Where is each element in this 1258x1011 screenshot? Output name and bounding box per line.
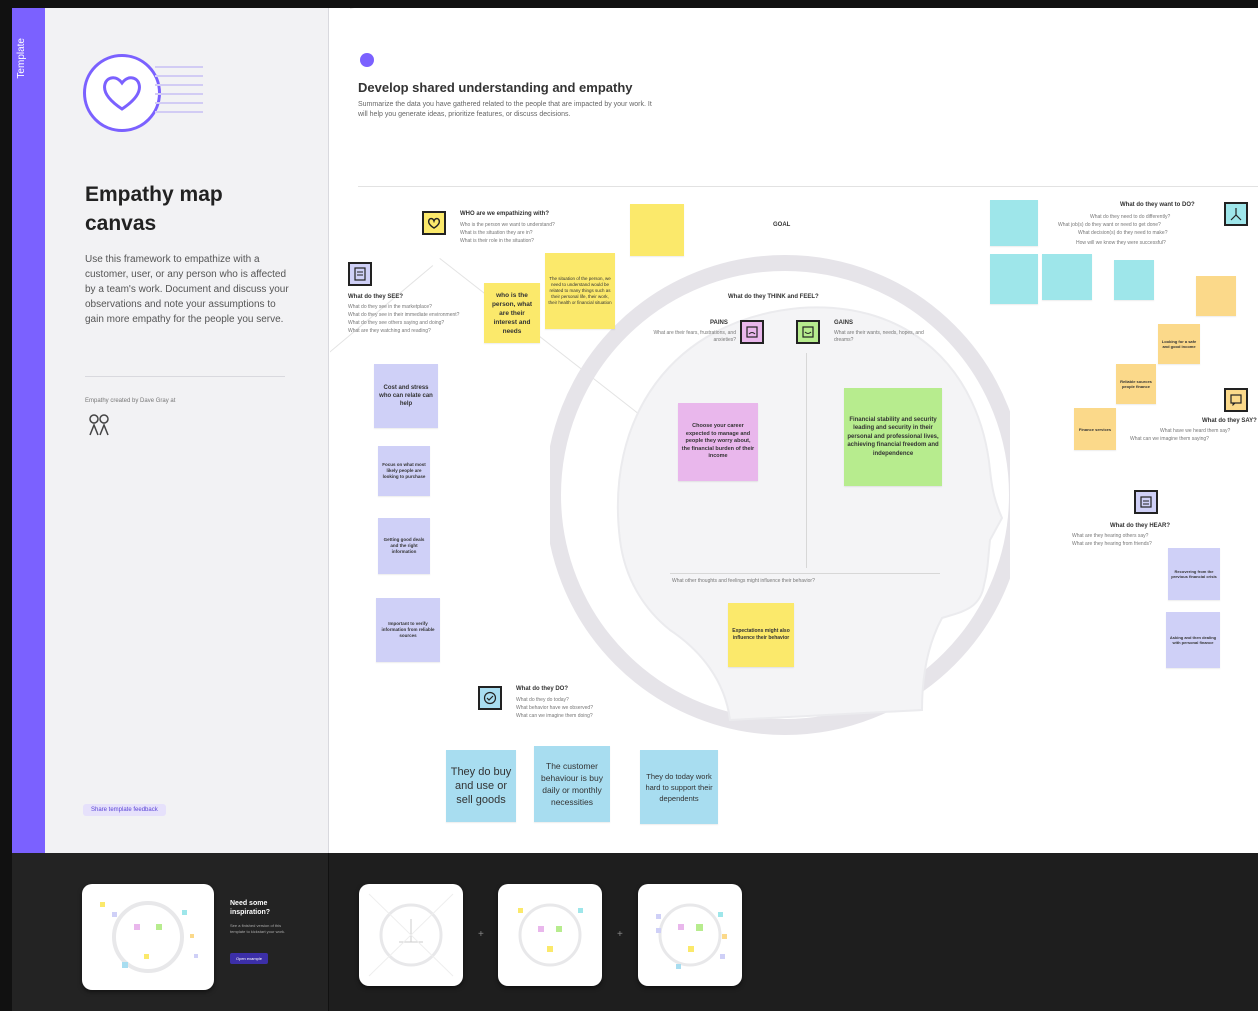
sticky-note[interactable]: Recovering from the previous financial c… [1168, 548, 1220, 600]
say-question-1: What have we heard them say? [1160, 428, 1231, 434]
gains-icon [796, 320, 820, 344]
goal-label: GOAL [773, 222, 791, 228]
want-heading: What do they want to DO? [1120, 202, 1195, 208]
sticky-note[interactable]: Cost and stress who can relate can help [374, 364, 438, 428]
do-question-1: What do they do today? [516, 697, 569, 703]
want-question-3: What decision(s) do they need to make? [1078, 230, 1168, 236]
sticky-note[interactable] [1042, 254, 1092, 300]
sticky-note-empty[interactable] [630, 204, 684, 256]
canvas-title: Develop shared understanding and empathy [358, 80, 633, 95]
think-feel-heading: What do they THINK and FEEL? [728, 294, 819, 300]
credit-text: Empathy created by Dave Gray at [85, 398, 176, 404]
divider-line [350, 8, 797, 9]
sticky-note[interactable]: Looking for a safe and good income [1158, 324, 1200, 364]
step-2-thumbnail[interactable] [498, 884, 602, 986]
step-indicator [360, 53, 374, 67]
sticky-note[interactable] [990, 254, 1038, 304]
who-icon [422, 211, 446, 235]
sticky-note[interactable]: The situation of the person, we need to … [545, 253, 615, 329]
sticky-note[interactable]: who is the person, what are their intere… [484, 283, 540, 343]
see-question-1: What do they see in the marketplace? [348, 304, 432, 310]
gains-label: GAINS [834, 320, 854, 326]
sticky-note[interactable]: Focus on what most likely people are loo… [378, 446, 430, 496]
step-3-thumbnail[interactable] [638, 884, 742, 986]
pains-icon [740, 320, 764, 344]
pains-question: What are their fears, frustrations, and … [653, 330, 736, 343]
inspiration-title: Need some inspiration? [230, 900, 271, 916]
bottom-bar: Need some inspiration? See a finished ve… [12, 853, 1258, 1011]
other-thoughts-divider [670, 573, 940, 574]
say-icon [1224, 388, 1248, 412]
who-question-3: What is their role in the situation? [460, 238, 534, 244]
who-heading: WHO are we empathizing with? [460, 211, 550, 217]
inspiration-description: See a finished version of this template … [230, 923, 286, 934]
sticky-note[interactable]: Asking and then dealing with personal fi… [1166, 612, 1220, 668]
divider [358, 186, 1258, 187]
heart-icon [83, 54, 161, 132]
decorative-lines [155, 66, 203, 121]
want-question-1: What do they need to do differently? [1090, 214, 1171, 220]
sticky-note[interactable] [990, 200, 1038, 246]
example-thumbnail[interactable] [82, 884, 214, 990]
pains-label: PAINS [710, 320, 728, 326]
template-tab-label: Template [16, 38, 27, 79]
see-icon [348, 262, 372, 286]
who-question-2: What is the situation they are in? [460, 230, 533, 236]
board-canvas[interactable]: Develop shared understanding and empathy… [330, 8, 1258, 853]
gains-question: What are their wants, needs, hopes, and … [834, 330, 924, 343]
do-question-3: What can we imagine them doing? [516, 713, 593, 719]
open-example-button[interactable]: Open example [230, 953, 269, 964]
do-icon [478, 686, 502, 710]
plus-icon: + [478, 929, 484, 940]
partner-logo-icon [87, 413, 111, 443]
sticky-note[interactable]: Finance services [1074, 408, 1116, 450]
head-silhouette [545, 240, 1025, 750]
step-1-thumbnail[interactable] [359, 884, 463, 986]
do-heading: What do they DO? [516, 686, 568, 692]
hear-question-2: What are they hearing from friends? [1072, 541, 1152, 547]
sticky-note[interactable]: Reliable sources people finance [1116, 364, 1156, 404]
sticky-note[interactable]: Expectations might also influence their … [728, 603, 794, 667]
pains-gains-divider [806, 353, 807, 568]
say-heading: What do they SAY? [1202, 418, 1257, 424]
want-question-4: How will we know they were successful? [1076, 240, 1166, 246]
template-tab[interactable]: Template [12, 8, 45, 853]
see-heading: What do they SEE? [348, 294, 404, 300]
sticky-note[interactable]: Getting good deals and the right informa… [378, 518, 430, 574]
sticky-note[interactable] [1196, 276, 1236, 316]
hear-icon [1134, 490, 1158, 514]
sticky-note[interactable]: Important to verify information from rel… [376, 598, 440, 662]
sticky-note[interactable]: Financial stability and security leading… [844, 388, 942, 486]
divider [85, 376, 285, 377]
sticky-note[interactable]: The customer behaviour is buy daily or m… [534, 746, 610, 822]
sidebar: Empathy map canvas Use this framework to… [45, 8, 329, 853]
see-question-3: What do they see others saying and doing… [348, 320, 445, 326]
sticky-note[interactable]: They do buy and use or sell goods [446, 750, 516, 822]
hear-question-1: What are they hearing others say? [1072, 533, 1149, 539]
share-feedback-button[interactable]: Share template feedback [83, 804, 166, 816]
who-question-1: Who is the person we want to understand? [460, 222, 555, 228]
sticky-note[interactable]: They do today work hard to support their… [640, 750, 718, 824]
say-question-2: What can we imagine them saying? [1130, 436, 1209, 442]
canvas-subtitle: Summarize the data you have gathered rel… [358, 101, 652, 118]
other-thoughts-question: What other thoughts and feelings might i… [672, 578, 815, 584]
sticky-note[interactable] [1114, 260, 1154, 300]
template-description: Use this framework to empathize with a c… [85, 254, 289, 325]
see-question-4: What are they watching and reading? [348, 328, 431, 334]
want-question-2: What job(s) do they want or need to get … [1058, 222, 1161, 228]
plus-icon: + [617, 929, 623, 940]
sticky-note[interactable]: Choose your career expected to manage an… [678, 403, 758, 481]
hear-heading: What do they HEAR? [1110, 523, 1170, 529]
see-question-2: What do they see in their immediate envi… [348, 312, 460, 318]
do-question-2: What behavior have we observed? [516, 705, 593, 711]
template-title: Empathy map canvas [85, 183, 223, 235]
want-icon [1224, 202, 1248, 226]
